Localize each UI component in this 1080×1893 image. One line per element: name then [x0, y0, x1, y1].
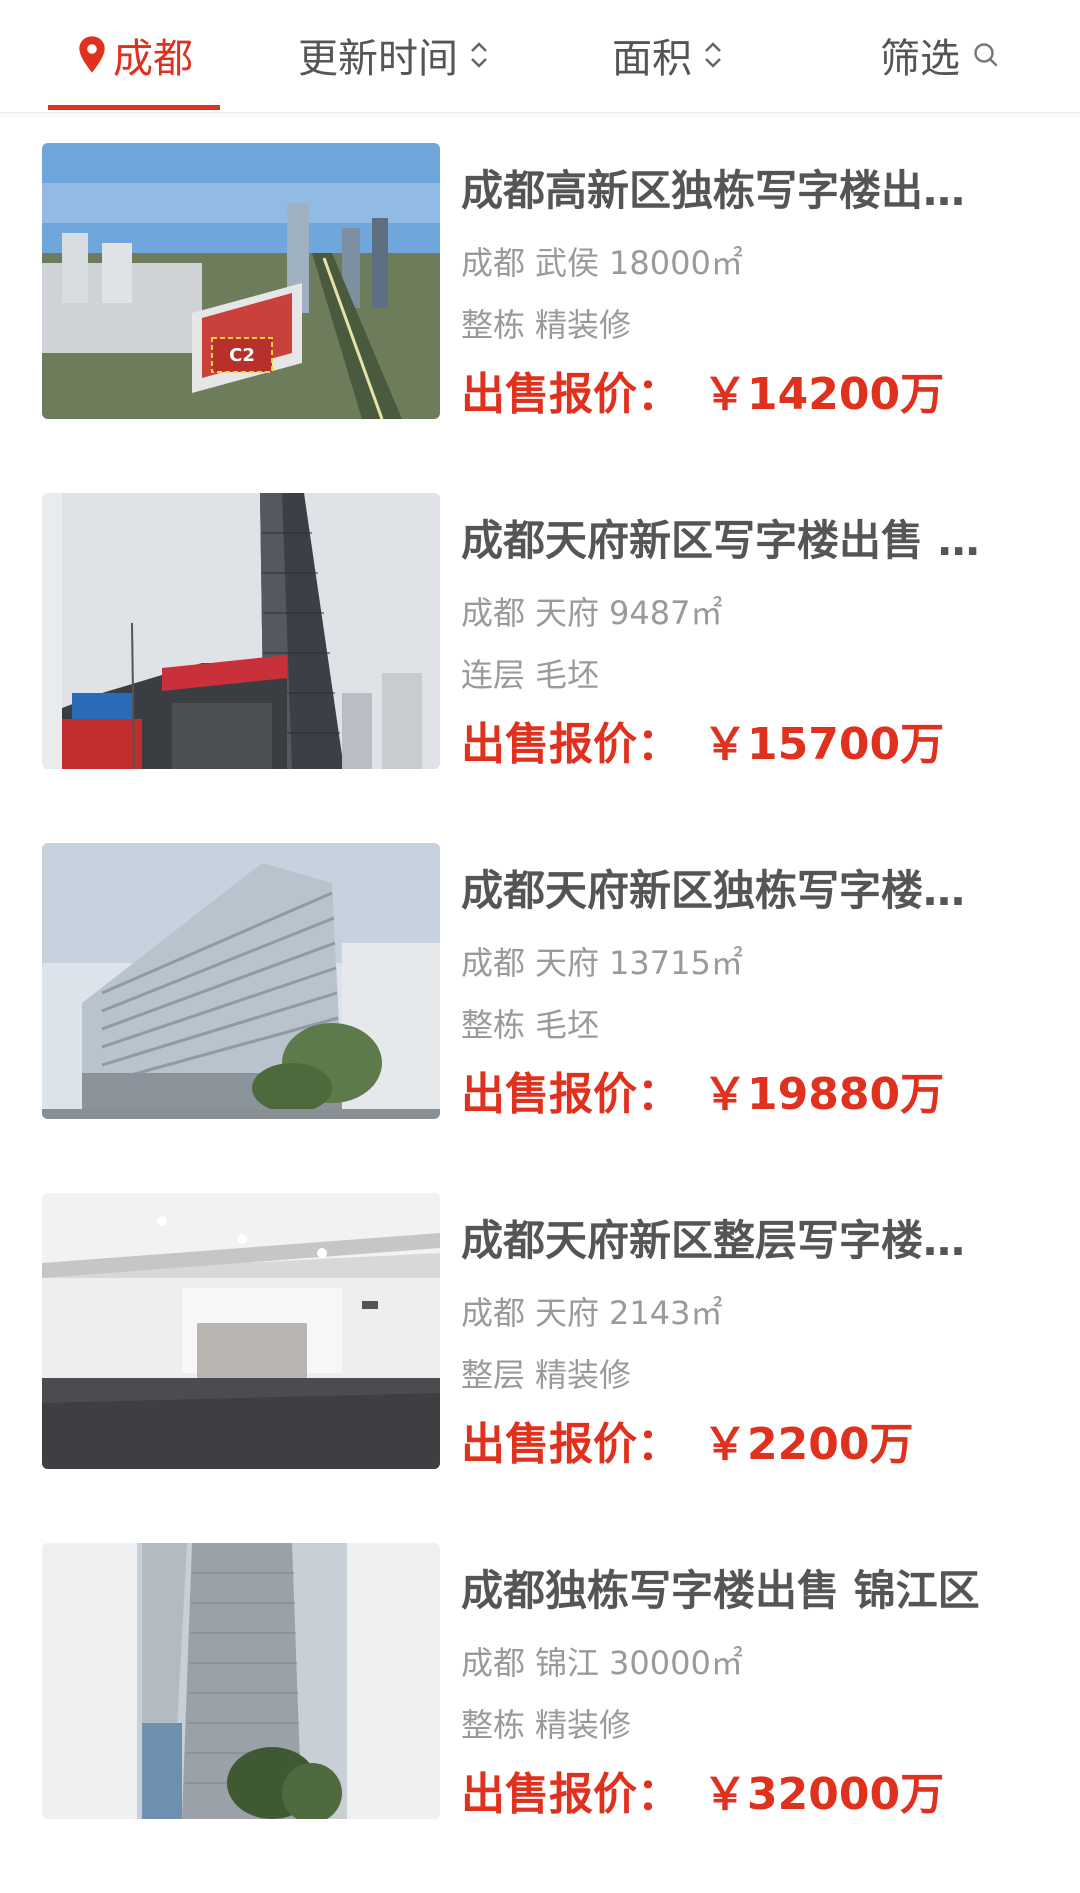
price-value: ￥19880万 [703, 1069, 945, 1120]
listing-price: 出售报价： ￥14200万 [461, 367, 944, 423]
sort-area-label: 面积 [612, 36, 692, 82]
price-value: ￥15700万 [703, 719, 945, 770]
tower-photo [42, 493, 440, 769]
sort-toggle-icon [705, 42, 721, 68]
listing-tags: 整栋 精装修 [461, 305, 641, 345]
price-value: ￥14200万 [703, 369, 945, 420]
listing-photo[interactable] [42, 493, 440, 769]
listing-decoration: 精装修 [535, 1356, 632, 1394]
listing-district: 锦江 [535, 1644, 600, 1682]
filter-tab[interactable]: 筛选 [880, 0, 1000, 110]
listing-tags: 整栋 精装修 [461, 1705, 641, 1745]
listing-location-area: 成都 天府 2143㎡ [461, 1293, 732, 1333]
city-label: 成都 [113, 36, 193, 82]
price-value: ￥2200万 [703, 1419, 914, 1470]
filter-bar: 成都 更新时间 面积 筛选 [0, 0, 1080, 113]
listing-decoration: 精装修 [535, 306, 632, 344]
listing-city: 成都 [461, 244, 526, 282]
listing-photo[interactable] [42, 1543, 440, 1819]
listing-district: 天府 [535, 944, 600, 982]
sort-toggle-icon [471, 42, 487, 68]
listing-card[interactable]: 成都天府新区写字楼出售 天府 成都 天府 9487㎡ 连层 毛坯 出售报价： ￥1570… [0, 493, 1080, 843]
city-selector-tab[interactable]: 成都 [48, 0, 220, 110]
listing-area: 30000㎡ [609, 1644, 743, 1682]
listing-type: 整层 [461, 1356, 526, 1394]
listing-title[interactable]: 成都天府新区整层写字楼出售 [461, 1213, 1006, 1269]
listing-card[interactable]: C2 成都高新区独栋写字楼出售 武侯 成都 武侯 18000㎡ 整栋 精装修 出售报价… [0, 143, 1080, 493]
listing-area: 13715㎡ [609, 944, 743, 982]
listing-price: 出售报价： ￥32000万 [461, 1767, 944, 1823]
price-label: 出售报价： [461, 369, 681, 420]
listing-city: 成都 [461, 1644, 526, 1682]
price-value: ￥32000万 [703, 1769, 945, 1820]
listing-card[interactable]: 成都天府新区独栋写字楼出售 成都 天府 13715㎡ 整栋 毛坯 出售报价： ￥1988… [0, 843, 1080, 1193]
listing-location-area: 成都 锦江 30000㎡ [461, 1643, 753, 1683]
listing-decoration: 毛坯 [535, 656, 600, 694]
listing-type: 整栋 [461, 306, 526, 344]
filter-label: 筛选 [880, 36, 960, 82]
listing-district: 天府 [535, 1294, 600, 1332]
sort-by-area-tab[interactable]: 面积 [612, 0, 724, 110]
listing-title[interactable]: 成都高新区独栋写字楼出售 武侯 [461, 163, 1006, 219]
listing-photo[interactable] [42, 843, 440, 1119]
aerial-campus-photo: C2 [42, 143, 440, 419]
price-label: 出售报价： [461, 1069, 681, 1120]
office-lobby-photo [42, 1193, 440, 1469]
price-label: 出售报价： [461, 719, 681, 770]
sort-time-label: 更新时间 [298, 36, 458, 82]
listing-area: 18000㎡ [609, 244, 743, 282]
listing-photo[interactable] [42, 1193, 440, 1469]
listing-district: 天府 [535, 594, 600, 632]
price-label: 出售报价： [461, 1419, 681, 1470]
listing-type: 整栋 [461, 1706, 526, 1744]
listing-district: 武侯 [535, 244, 600, 282]
listing-photo[interactable]: C2 [42, 143, 440, 419]
listing-area: 9487㎡ [609, 594, 723, 632]
listing-city: 成都 [461, 1294, 526, 1332]
search-icon [974, 43, 998, 67]
listing-title[interactable]: 成都独栋写字楼出售 锦江区 [461, 1563, 1006, 1619]
listing-card[interactable]: 成都天府新区整层写字楼出售 成都 天府 2143㎡ 整层 精装修 出售报价： ￥2200… [0, 1193, 1080, 1543]
listing-location-area: 成都 天府 9487㎡ [461, 593, 732, 633]
listing-card[interactable]: 成都独栋写字楼出售 锦江区 成都 锦江 30000㎡ 整栋 精装修 出售报价： ￥320… [0, 1543, 1080, 1893]
listing-decoration: 毛坯 [535, 1006, 600, 1044]
listing-area: 2143㎡ [609, 1294, 723, 1332]
location-pin-icon [79, 36, 105, 73]
listing-decoration: 精装修 [535, 1706, 632, 1744]
listing-tags: 连层 毛坯 [461, 655, 609, 695]
listing-city: 成都 [461, 944, 526, 982]
office-building-photo [42, 843, 440, 1119]
price-label: 出售报价： [461, 1769, 681, 1820]
listing-location-area: 成都 天府 13715㎡ [461, 943, 753, 983]
highrise-photo [42, 1543, 440, 1819]
listing-price: 出售报价： ￥15700万 [461, 717, 944, 773]
active-tab-underline [48, 105, 220, 110]
listing-tags: 整层 精装修 [461, 1355, 641, 1395]
listing-location-area: 成都 武侯 18000㎡ [461, 243, 753, 283]
listing-type: 整栋 [461, 1006, 526, 1044]
sort-by-update-time-tab[interactable]: 更新时间 [298, 0, 490, 110]
listing-tags: 整栋 毛坯 [461, 1005, 609, 1045]
svg-text:C2: C2 [229, 345, 255, 366]
listing-price: 出售报价： ￥2200万 [461, 1417, 913, 1473]
listing-title[interactable]: 成都天府新区独栋写字楼出售 [461, 863, 1006, 919]
listing-price: 出售报价： ￥19880万 [461, 1067, 944, 1123]
listing-title[interactable]: 成都天府新区写字楼出售 天府 [461, 513, 1006, 569]
listing-city: 成都 [461, 594, 526, 632]
listing-type: 连层 [461, 656, 526, 694]
